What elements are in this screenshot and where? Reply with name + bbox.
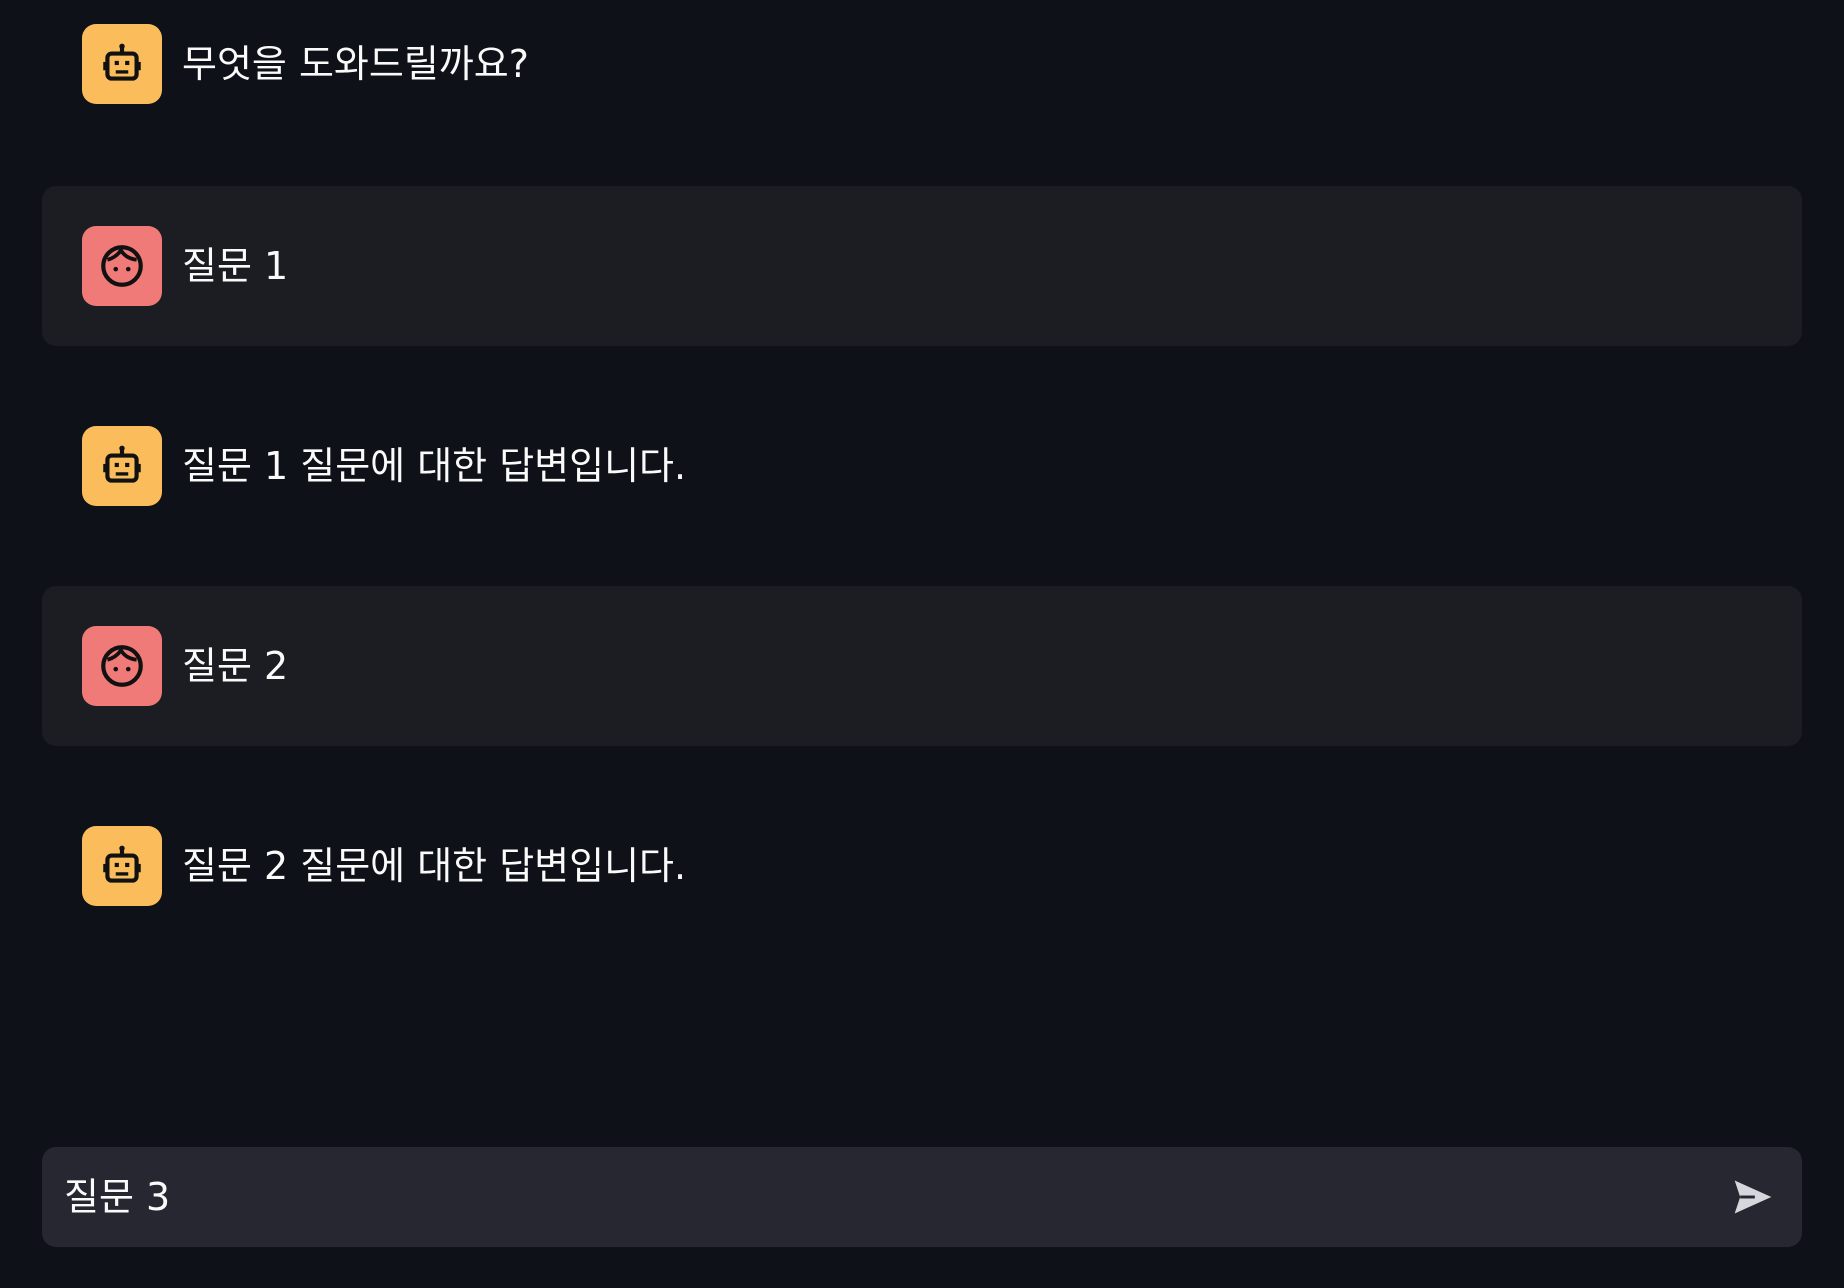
message-text: 무엇을 도와드릴까요? — [182, 42, 529, 86]
send-button[interactable] — [1728, 1173, 1778, 1221]
chat-input[interactable]: 질문 3 — [42, 1147, 1802, 1247]
chat-input-value[interactable]: 질문 3 — [64, 1147, 170, 1247]
assistant-message: 질문 1 질문에 대한 답변입니다. — [42, 386, 1802, 546]
face-icon — [101, 245, 143, 287]
message-text: 질문 1 — [182, 244, 289, 288]
message-text: 질문 2 — [182, 644, 289, 688]
user-avatar — [82, 626, 162, 706]
assistant-avatar — [82, 24, 162, 104]
robot-icon — [103, 845, 141, 883]
assistant-avatar — [82, 426, 162, 506]
user-avatar — [82, 226, 162, 306]
message-text: 질문 2 질문에 대한 답변입니다. — [182, 844, 687, 888]
face-icon — [101, 645, 143, 687]
robot-icon — [103, 445, 141, 483]
user-message: 질문 2 — [42, 586, 1802, 746]
send-icon — [1734, 1180, 1772, 1214]
chat-page: 무엇을 도와드릴까요? 질문 1 질문 1 질문에 대한 답변입니다. 질문 2… — [0, 0, 1844, 1288]
message-text: 질문 1 질문에 대한 답변입니다. — [182, 444, 687, 488]
user-message: 질문 1 — [42, 186, 1802, 346]
robot-icon — [103, 43, 141, 81]
assistant-avatar — [82, 826, 162, 906]
assistant-message: 질문 2 질문에 대한 답변입니다. — [42, 786, 1802, 946]
assistant-message: 무엇을 도와드릴까요? — [42, 0, 1802, 144]
